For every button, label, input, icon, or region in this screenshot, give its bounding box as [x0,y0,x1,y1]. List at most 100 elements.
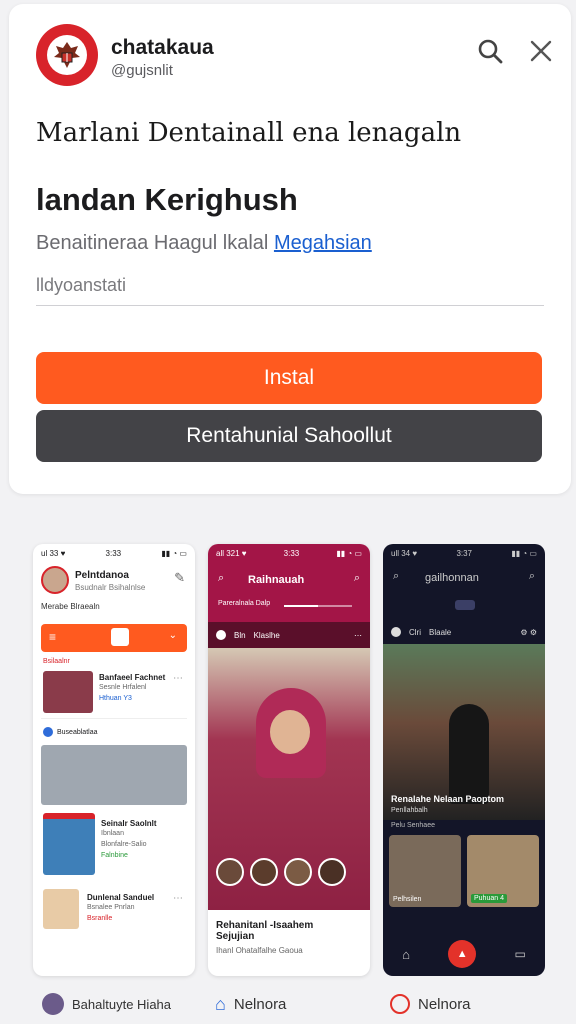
avatar [318,858,346,886]
more-icon[interactable]: ⋯ [173,893,183,904]
thumbnail[interactable]: Pelhsilen [389,835,461,907]
profile-row: Pelntdanoa Bsudnalr Bsihalnlse ✎ Merabe … [33,562,195,624]
bottom-label-1[interactable]: Bahaltuyte Hiaha [42,992,171,1016]
caption-sub2: Pelu Senhaee [391,822,435,829]
status-bar: ull 34 ♥ 3:37 ▮▮ ◔ ▭ [383,544,545,562]
install-button[interactable]: Instal [36,352,542,404]
caption: Rehanitanl -Isaahem Sejujian Ihanl Ohata… [208,910,370,965]
app-tagline: Marlani Dentainall ena lenagaln [36,118,462,148]
status-time: 3:33 [283,548,300,558]
location-icon [390,994,410,1014]
avatar [42,993,64,1015]
thumbnail [43,889,79,929]
app-logo [36,24,98,86]
figure [449,704,489,804]
caption-title2: Sejujian [216,931,255,942]
fire-icon[interactable]: ▲ [448,940,477,968]
app-name: chatakaua [111,36,214,59]
screenshot-3[interactable]: ull 34 ♥ 3:37 ▮▮ ◔ ▭ ⌕ gailhonnan ⌕ Clri… [383,544,545,976]
dot-icon [391,627,401,637]
list-item[interactable]: Seinalr Saolnlt Ibnlaan Blonfalre-Salio … [41,813,187,879]
signal-icon: ▮▮ ◔ ▭ [336,548,362,558]
tab-2[interactable]: Klaslhe [254,631,280,640]
edit-icon[interactable]: ✎ [174,570,185,586]
subtitle-link[interactable]: Megahsian [274,232,372,254]
header-title: gailhonnan [425,572,479,584]
progress-track[interactable] [284,605,352,607]
garuda-emblem-icon [47,35,87,75]
item-line2: Blonfalre-Salio [101,841,147,848]
secondary-button[interactable]: Rentahunial Sahoollut [36,410,542,462]
avatar-row [216,858,346,886]
list-item[interactable]: Banfaeel Fachnet Sesnle Hrfalenl Hthuan … [41,669,187,719]
bottom-label: Bahaltuyte Hiaha [72,996,172,1012]
list-item[interactable]: Dunlenal Sanduel Bsnalee Pnrlan Bsranlle… [41,889,187,939]
tab-2[interactable]: Blaale [429,628,451,637]
status-time: 3:37 [456,548,473,558]
tab-row[interactable]: Bln Klaslhe ⋯ [208,622,370,648]
item-meta: Bsranlle [87,915,113,922]
app-info-card: chatakaua @gujsnlit Marlani Dentainall e… [9,4,571,494]
status-left: ull 34 ♥ [391,548,418,558]
header-title: Raihnauah [248,574,305,586]
shop-icon [111,628,129,646]
search-icon[interactable] [473,34,507,68]
tab-row[interactable]: Merabe Blraealn [41,602,100,611]
band-sub: Bsilaalnr [43,658,70,665]
subtitle-text: Benaitineraa Haagul lkalal [36,232,269,254]
subtitle: Benaitineraa Haagul lkalal Megahsian [36,232,372,255]
bag-icon[interactable]: ▭ [515,947,526,961]
search-icon[interactable]: ⌕ [529,570,535,583]
settings-icon[interactable]: ⚙ ⚙ [520,628,537,637]
item-sub: Sesnle Hrfalenl [99,684,147,691]
caption-sub: Penllahbalh [391,807,428,814]
close-icon[interactable] [524,34,558,68]
search-icon[interactable]: ⌕ [218,572,224,585]
profile-sub: Bsudnalr Bsihalnlse [75,583,146,592]
text-input-field[interactable] [36,266,544,306]
profile-name: Pelntdanoa [75,570,129,581]
status-left: all 321 ♥ [216,548,247,558]
hero-photo [208,648,370,910]
avatar [216,858,244,886]
tag-label: Buseablatlaa [57,728,98,736]
caption-title: Rehanitanl -Isaahem [216,920,314,931]
thumbnail [43,813,95,875]
search-icon[interactable]: ⌕ [354,572,360,585]
thumb-label: Pelhsilen [393,896,422,903]
menu-icon[interactable]: ≡ [49,630,56,644]
thumb-row[interactable]: Pelhsilen Puhuan 4 [383,831,545,911]
item-title: Seinalr Saolnlt [101,819,157,828]
chevron-down-icon[interactable]: ⌄ [169,630,177,641]
photo-building [41,745,187,805]
item-meta: Falnbine [101,852,128,859]
more-icon[interactable]: ⋯ [173,673,183,684]
progress-label: Pareralnala Dalp [218,600,271,607]
text-input[interactable] [36,266,544,304]
crimson-header: all 321 ♥ 3:33 ▮▮ ◔ ▭ ⌕ Raihnauah ⌕ Pare… [208,544,370,622]
dark-header: ⌕ gailhonnan ⌕ [383,562,545,620]
tab-row[interactable]: Clri Blaale ⚙ ⚙ [383,620,545,644]
tag-row[interactable]: Buseablatlaa [43,727,185,737]
screenshot-2[interactable]: all 321 ♥ 3:33 ▮▮ ◔ ▭ ⌕ Raihnauah ⌕ Pare… [208,544,370,976]
bottom-label-2[interactable]: ⌂ Nelnora [215,992,286,1016]
page-title: landan Kerighush [36,182,298,217]
thumbnail [43,671,93,713]
tab-1[interactable]: Clri [409,628,421,637]
info-icon [43,727,53,737]
caption-sub: Ihanl Ohatalfalhe Gaoua [216,946,303,955]
status-bar: ul 33 ♥ 3:33 ▮▮ ◔ ▭ [33,544,195,562]
screenshot-1[interactable]: ul 33 ♥ 3:33 ▮▮ ◔ ▭ Pelntdanoa Bsudnalr … [33,544,195,976]
bottom-label-3[interactable]: Nelnora [390,992,471,1016]
thumbnail[interactable]: Puhuan 4 [467,835,539,907]
app-header: chatakaua @gujsnlit [36,24,552,94]
tab-1[interactable]: Bln [234,631,246,640]
more-icon[interactable]: ⋯ [354,631,362,640]
screenshot-gallery[interactable]: ul 33 ♥ 3:33 ▮▮ ◔ ▭ Pelntdanoa Bsudnalr … [0,540,576,1024]
thumb-label: Puhuan 4 [471,894,507,903]
status-bar: all 321 ♥ 3:33 ▮▮ ◔ ▭ [208,544,370,562]
bottom-nav: ⌂ ▲ ▭ [383,932,545,976]
home-icon[interactable]: ⌂ [402,947,410,962]
dot-icon [216,630,226,640]
search-icon[interactable]: ⌕ [393,570,399,583]
